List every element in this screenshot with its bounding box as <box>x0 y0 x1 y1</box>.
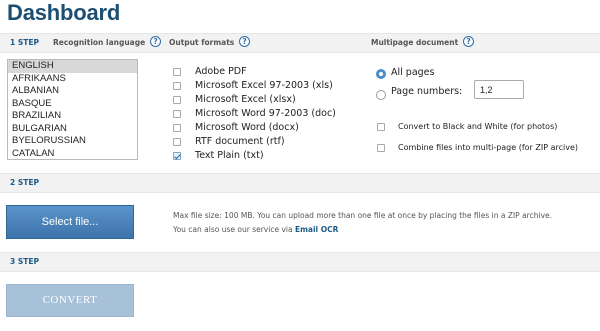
language-option[interactable]: CATALAN <box>8 148 137 160</box>
format-label: Microsoft Word 97-2003 (doc) <box>195 108 336 119</box>
email-ocr-prefix: You can also use our service via <box>173 225 293 234</box>
language-option[interactable]: BASQUE <box>8 98 137 111</box>
format-label: Microsoft Excel (xlsx) <box>195 94 296 105</box>
file-size-info: Max file size: 100 MB. You can upload mo… <box>173 211 553 220</box>
step3-label: 3 STEP <box>10 257 39 266</box>
select-file-button[interactable]: Select file... <box>6 205 134 239</box>
format-checkbox-checked[interactable] <box>173 152 181 160</box>
language-option[interactable]: AFRIKAANS <box>8 73 137 86</box>
language-option[interactable]: BRAZILIAN <box>8 110 137 123</box>
help-icon[interactable]: ? <box>463 36 474 47</box>
format-checkbox[interactable] <box>173 138 181 146</box>
output-formats-label: Output formats <box>169 38 235 47</box>
email-ocr-info: You can also use our service via Email O… <box>173 225 338 234</box>
help-icon[interactable]: ? <box>150 36 161 47</box>
format-label: Microsoft Excel 97-2003 (xls) <box>195 80 333 91</box>
convert-button[interactable]: CONVERT <box>6 284 134 317</box>
recognition-language-list[interactable]: ENGLISH AFRIKAANS ALBANIAN BASQUE BRAZIL… <box>7 59 138 160</box>
convert-bw-checkbox[interactable] <box>377 123 385 131</box>
step2-bar: 2 STEP <box>0 173 600 193</box>
email-ocr-link[interactable]: Email OCR <box>295 225 338 234</box>
convert-bw-label: Convert to Black and White (for photos) <box>398 122 558 131</box>
format-checkbox[interactable] <box>173 124 181 132</box>
recognition-language-label: Recognition language <box>53 38 146 47</box>
format-label: Microsoft Word (docx) <box>195 122 299 133</box>
step1-label: 1 STEP <box>10 38 39 47</box>
step1-bar: 1 STEP Recognition language ? Output for… <box>0 33 600 53</box>
language-option[interactable]: ENGLISH <box>8 60 137 73</box>
step3-bar: 3 STEP <box>0 252 600 272</box>
all-pages-label: All pages <box>391 67 435 78</box>
step2-label: 2 STEP <box>10 178 39 187</box>
multipage-document-label: Multipage document <box>371 38 459 47</box>
format-checkbox[interactable] <box>173 68 181 76</box>
format-checkbox[interactable] <box>173 110 181 118</box>
help-icon[interactable]: ? <box>239 36 250 47</box>
language-option[interactable]: BYELORUSSIAN <box>8 135 137 148</box>
page-numbers-radio[interactable] <box>376 90 386 100</box>
page-numbers-label: Page numbers: <box>391 86 463 97</box>
page-title: Dashboard <box>7 0 121 25</box>
combine-files-checkbox[interactable] <box>377 144 385 152</box>
combine-files-label: Combine files into multi-page (for ZIP a… <box>398 143 579 152</box>
all-pages-radio[interactable] <box>376 69 386 79</box>
format-checkbox[interactable] <box>173 96 181 104</box>
format-label: Adobe PDF <box>195 66 247 77</box>
format-label: RTF document (rtf) <box>195 136 285 147</box>
language-option[interactable]: ALBANIAN <box>8 85 137 98</box>
language-option[interactable]: BULGARIAN <box>8 123 137 136</box>
page-numbers-input[interactable] <box>474 80 524 99</box>
format-label: Text Plain (txt) <box>195 150 264 161</box>
format-checkbox[interactable] <box>173 82 181 90</box>
